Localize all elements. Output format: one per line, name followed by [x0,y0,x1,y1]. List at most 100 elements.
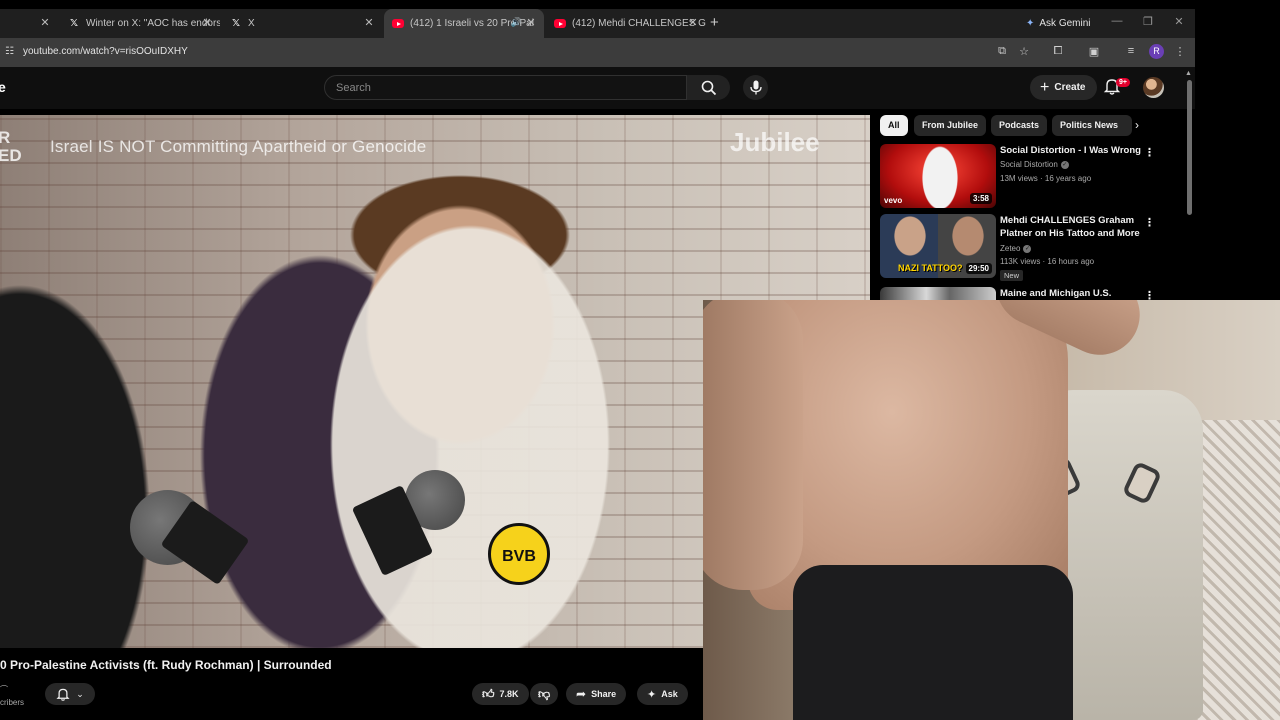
create-button[interactable]: + Create [1030,75,1098,100]
ask-gemini-label: Ask Gemini [1039,17,1091,29]
chevron-down-icon: ⌄ [76,688,84,699]
youtube-logo[interactable]: e [0,79,6,95]
recommendation-title[interactable]: Mehdi CHALLENGES Graham Platner on His T… [1000,214,1145,240]
subscription-bell-button[interactable]: ⌄ [45,683,95,705]
thumbnail-caption: NAZI TATTOO? [898,263,963,273]
video-thumbnail[interactable]: vevo 3:58 [880,144,996,208]
webcam-overlay [703,300,1280,720]
create-label: Create [1054,82,1086,93]
ask-gemini-button[interactable]: ✦ Ask Gemini [1018,13,1099,33]
chair-cutout [1121,460,1163,506]
browser-tab[interactable]: 𝕏 Winter on X: "AOC has endorse ✕ [60,9,220,38]
video-thumbnail[interactable] [880,287,996,300]
browser-tab[interactable]: ✕ [0,9,58,38]
extensions-icon[interactable]: ⧠ [1051,45,1065,58]
notification-count-badge: 9+ [1116,78,1130,87]
youtube-favicon-icon [554,19,566,28]
video-thumbnail[interactable]: NAZI TATTOO? 29:50 [880,214,996,278]
bookmark-star-icon[interactable]: ☆ [1017,45,1031,58]
scroll-up-icon[interactable]: ▲ [1185,70,1192,77]
minimize-icon[interactable]: — [1110,15,1124,27]
subscriber-count: cribers [0,698,25,707]
verified-icon: ✓ [1023,244,1032,253]
person-shorts [793,565,1073,720]
tab-close-icon[interactable]: ✕ [524,16,538,29]
ask-label: Ask [661,689,678,699]
recommendation-item[interactable]: Maine and Michigan U.S. ⋮ [880,287,1160,300]
more-options-icon[interactable]: ⋮ [1144,146,1155,159]
dislike-button[interactable]: 👎︎ [530,683,559,705]
search-icon [701,80,716,95]
chevron-right-icon[interactable]: › [1130,118,1144,132]
gemini-sparkle-icon: ✦ [1026,17,1035,29]
new-badge: New [1000,270,1024,281]
site-info-icon[interactable]: ☷ [5,46,14,57]
share-label: Share [591,689,617,699]
chip-all[interactable]: All [880,115,908,136]
tab-close-icon[interactable]: ✕ [38,16,52,29]
video-duration: 3:58 [969,193,992,204]
recommendation-item[interactable]: NAZI TATTOO? 29:50 Mehdi CHALLENGES Grah… [880,214,1160,281]
media-controls-icon[interactable]: ≡ [1124,45,1138,57]
recommendation-meta: 13M views · 16 years ago [1000,174,1092,183]
search-input[interactable]: Search [324,75,687,100]
profile-avatar[interactable]: R [1149,44,1164,59]
browser-tab[interactable]: 𝕏 X ✕ [222,9,382,38]
share-icon: ➦ [576,687,587,701]
voice-search-button[interactable] [743,75,768,100]
chip-politics-news[interactable]: Politics News [1052,115,1132,136]
thumbs-down-icon: 👎︎ [538,686,551,701]
recommendation-item[interactable]: vevo 3:58 Social Distortion - I Was Wron… [880,144,1160,210]
recommendation-channel[interactable]: Zeteo ✓ [1000,244,1032,253]
channel-avatar-fragment[interactable]: ⌒ [0,684,8,695]
like-count: 7.8K [499,689,519,699]
microphone-icon [749,80,762,95]
bell-icon [56,688,70,701]
like-button[interactable]: 👍︎ 7.8K [472,683,529,705]
sparkle-icon: ✦ [647,688,657,701]
recommendation-title[interactable]: Maine and Michigan U.S. [1000,287,1145,300]
channel-name: Zeteo [1000,244,1021,253]
page-scrollbar[interactable] [1187,80,1192,215]
chip-podcasts[interactable]: Podcasts [991,115,1048,136]
show-logo-line: R [0,128,11,147]
browser-tab[interactable]: (412) Mehdi CHALLENGES Gra ✕ [546,9,706,38]
channel-watermark: Jubilee [730,127,820,157]
youtube-header: e Search + Create 9+ [0,67,1195,109]
account-avatar[interactable] [1143,77,1164,98]
tab-close-icon[interactable]: ✕ [686,16,700,29]
browser-menu-icon[interactable]: ⋮ [1173,45,1187,58]
more-options-icon[interactable]: ⋮ [1144,289,1155,300]
tab-close-icon[interactable]: ✕ [200,16,214,29]
recommendation-meta: 113K views · 16 hours ago [1000,257,1095,266]
speaker-icon[interactable]: 🔊 [511,17,522,28]
verified-icon: ✓ [1060,160,1069,169]
browser-tab-strip: ✕ 𝕏 Winter on X: "AOC has endorse ✕ 𝕏 X … [0,9,1195,38]
search-button[interactable] [687,75,730,100]
ask-button[interactable]: ✦ Ask [637,683,688,705]
tab-close-icon[interactable]: ✕ [362,16,376,29]
share-button[interactable]: ➦ Share [566,683,627,705]
vevo-badge: vevo [884,196,903,205]
video-overlay-title: Israel IS NOT Committing Apartheid or Ge… [50,137,427,156]
new-tab-icon[interactable]: + [710,14,724,31]
shirt-logo: BVB [488,523,550,585]
video-title: 0 Pro-Palestine Activists (ft. Rudy Roch… [0,658,332,672]
thumbs-up-icon: 👍︎ [482,686,495,701]
maximize-icon[interactable]: ❐ [1141,15,1155,28]
x-logo-icon: 𝕏 [69,18,79,29]
address-field[interactable]: youtube.com/watch?v=risOOuIDXHY [23,46,188,57]
show-logo-line: ED [0,146,22,165]
recommendation-channel[interactable]: Social Distortion ✓ [1000,160,1069,169]
show-logo: R ED [0,129,22,165]
plus-icon: + [1040,78,1050,96]
window-close-icon[interactable]: ✕ [1172,15,1186,28]
person-arm [703,300,803,590]
browser-tab-active[interactable]: (412) 1 Israeli vs 20 Pro-Pal 🔊 ✕ [384,9,544,38]
more-options-icon[interactable]: ⋮ [1144,216,1155,229]
recommendation-title[interactable]: Social Distortion - I Was Wrong [1000,144,1145,157]
video-duration: 29:50 [965,263,992,274]
install-app-icon[interactable]: ⧉ [995,45,1009,58]
chip-from-jubilee[interactable]: From Jubilee [914,115,987,136]
side-panel-icon[interactable]: ▣ [1087,45,1101,58]
